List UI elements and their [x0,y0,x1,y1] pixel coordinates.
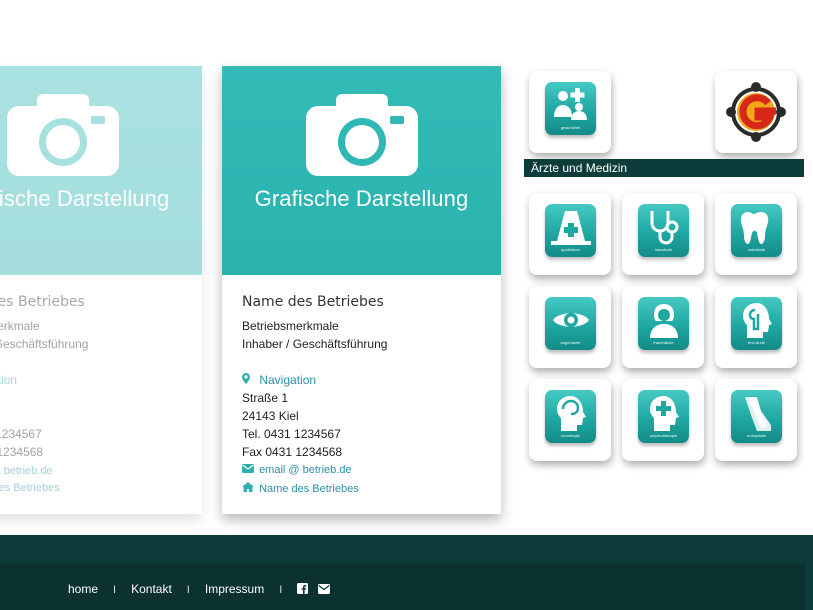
facebook-icon[interactable] [297,583,309,597]
pharmacy-icon: apotheken [545,204,596,257]
ent-icon: hno-ärzte [731,297,782,350]
postal-city: 24143 Kiel [242,409,299,423]
category-title-bar: Ärzte und Medizin [524,159,804,177]
brand-logo-icon [726,82,786,142]
camera-icon [7,94,119,176]
bone-icon: orthopädie [731,390,782,443]
footer: home I Kontakt I Impressum I [0,535,813,610]
fax-number: Fax 0431 1234568 [242,445,343,459]
email-link[interactable]: email @ betrieb.de [242,464,352,476]
footer-link-home[interactable]: home [68,582,98,596]
business-features: Betriebsmerkmale [0,319,40,333]
category-tile-hno[interactable]: hno-ärzte [715,286,797,368]
business-home-link[interactable]: Name des Betriebes [242,482,359,495]
eye-icon: augenärzte [545,297,596,350]
mind-icon: psychotherapie [638,390,689,443]
navigation-link[interactable]: Navigation [242,373,316,387]
category-tile-augenarzt[interactable]: augenärzte [529,286,611,368]
business-name: Name des Betriebes [242,294,384,310]
card-image-placeholder: Grafische Darstellung [0,66,202,275]
phone-number: Tel. 0431 1234567 [242,427,341,441]
business-owner: Inhaber / Geschäftsführung [0,337,89,351]
envelope-icon [242,464,256,476]
footer-separator: I [186,584,190,596]
footer-nav: home I Kontakt I Impressum I [68,582,331,597]
home-icon [242,482,256,495]
woman-icon: frauenärzte [638,297,689,350]
image-caption: Grafische Darstellung [0,186,170,211]
image-caption: Grafische Darstellung [254,186,469,211]
card-image-placeholder: Grafische Darstellung [222,66,501,275]
business-name: Name des Betriebes [0,294,85,310]
camera-icon [306,94,418,176]
fax-number: Fax 0431 1234568 [0,445,44,459]
category-tile-neurologie[interactable]: neurologie [529,379,611,461]
category-tile-orthopaedie[interactable]: orthopädie [715,379,797,461]
business-features: Betriebsmerkmale [242,319,339,333]
business-card: Grafische Darstellung Name des Betriebes… [222,66,501,514]
category-tile-gesundheit[interactable]: gesundheit [529,71,611,153]
navigation-link[interactable]: 📍 Navigation [0,373,17,387]
category-tile-hausarzt[interactable]: hausärzte [622,193,704,275]
category-tile-apotheken[interactable]: apotheken [529,193,611,275]
business-home-link[interactable]: ⌂ Name des Betriebes [0,482,60,494]
email-link[interactable]: ✉ email @ betrieb.de [0,464,53,477]
head-icon: neurologie [545,390,596,443]
mail-icon[interactable] [318,583,331,597]
phone-number: Tel. 0431 1234567 [0,427,42,441]
logo-tile[interactable] [715,71,797,153]
footer-separator: I [279,584,283,596]
category-tile-frauenarzt[interactable]: frauenärzte [622,286,704,368]
footer-separator: I [113,584,117,596]
footer-link-impressum[interactable]: Impressum [205,582,264,596]
category-tile-zahnarzt[interactable]: zahnärzte [715,193,797,275]
tooth-icon: zahnärzte [731,204,782,257]
stethoscope-icon: hausärzte [638,204,689,257]
street-address: Straße 1 [242,391,289,405]
business-card-faded: Grafische Darstellung Name des Betriebes… [0,66,202,514]
doctor-nurse-icon: gesundheit [545,82,596,135]
business-owner: Inhaber / Geschäftsführung [242,337,388,351]
category-tile-psychotherapie[interactable]: psychotherapie [622,379,704,461]
footer-link-kontakt[interactable]: Kontakt [131,582,172,596]
map-marker-icon [242,373,256,387]
